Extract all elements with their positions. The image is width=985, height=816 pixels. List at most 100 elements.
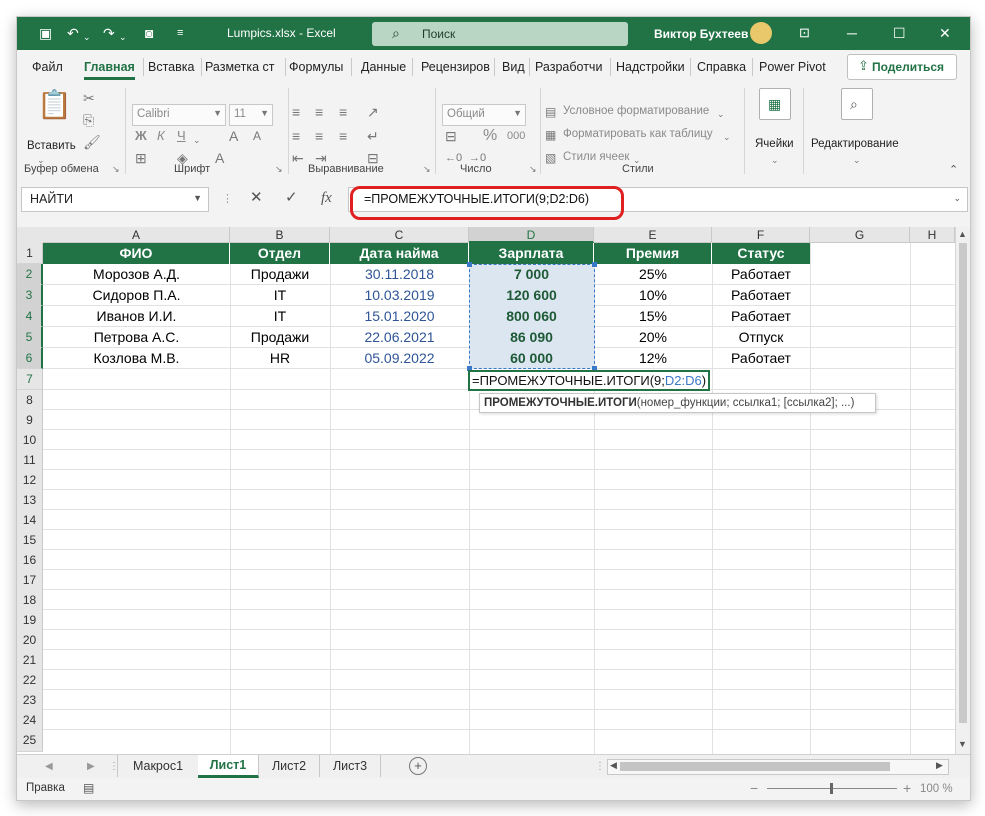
name-box[interactable]: НАЙТИ ▼ <box>21 187 209 212</box>
chevron-down-icon[interactable]: ⌄ <box>723 129 731 145</box>
font-color-icon[interactable]: A <box>215 150 224 166</box>
chevron-down-icon[interactable]: ⌄ <box>717 106 725 122</box>
cancel-button[interactable]: ✕ <box>250 189 263 207</box>
column-header-c[interactable]: C <box>330 227 469 243</box>
tooltip-function-name[interactable]: ПРОМЕЖУТОЧНЫЕ.ИТОГИ <box>484 397 637 409</box>
spreadsheet-grid[interactable]: A B C D E F G H 1 2 3 4 5 6 7 8 9 10 11 … <box>17 227 970 754</box>
copy-icon[interactable]: ⎘ <box>83 112 94 128</box>
chevron-down-icon[interactable]: ⌄ <box>771 152 779 168</box>
number-format-combo[interactable]: Общий ▼ <box>442 104 526 126</box>
row-header[interactable]: 22 <box>17 670 43 691</box>
cells-label[interactable]: Ячейки <box>755 138 794 150</box>
tab-review[interactable]: Рецензиров <box>421 60 490 74</box>
table-cell[interactable]: HR <box>230 348 330 369</box>
search-box[interactable]: ⌕ Поиск <box>372 22 628 46</box>
sheet-tab-list3[interactable]: Лист3 <box>320 755 381 777</box>
table-cell[interactable]: Продажи <box>230 327 330 348</box>
font-shrink-icon[interactable]: A <box>253 128 261 144</box>
camera-icon[interactable]: ◙ <box>145 25 153 41</box>
table-cell[interactable]: 15.01.2020 <box>330 306 469 327</box>
align-middle-icon[interactable]: ≡ <box>315 104 323 120</box>
align-top-icon[interactable]: ≡ <box>292 104 300 120</box>
row-header[interactable]: 24 <box>17 710 43 731</box>
row-header[interactable]: 12 <box>17 470 43 491</box>
save-icon[interactable]: ▣ <box>39 25 52 41</box>
zoom-slider-knob[interactable] <box>830 783 833 794</box>
cell-styles-button[interactable]: Стили ячеек <box>563 151 629 163</box>
launcher-icon[interactable]: ↘ <box>423 164 431 175</box>
tab-file[interactable]: Файл <box>32 60 63 74</box>
share-button[interactable]: ⇪ Поделиться <box>847 54 957 80</box>
currency-icon[interactable]: ⊟ <box>445 128 457 144</box>
column-header-a[interactable]: A <box>43 227 230 243</box>
chevron-down-icon[interactable]: ⌄ <box>853 152 861 168</box>
bold-button[interactable]: Ж <box>135 128 147 143</box>
row-header[interactable]: 21 <box>17 650 43 671</box>
table-cell[interactable]: 20% <box>594 327 712 348</box>
row-header[interactable]: 3 <box>17 285 43 306</box>
maximize-icon[interactable]: ☐ <box>893 25 906 42</box>
row-header[interactable]: 8 <box>17 390 43 411</box>
scroll-down-icon[interactable]: ▼ <box>958 739 967 749</box>
table-cell[interactable]: 25% <box>594 264 712 285</box>
table-cell[interactable]: Работает <box>712 264 810 285</box>
tab-view[interactable]: Вид <box>502 60 525 74</box>
table-cell[interactable]: Работает <box>712 348 810 369</box>
percent-button[interactable]: % <box>483 127 497 145</box>
cells-button[interactable]: ▦ <box>759 88 791 120</box>
undo-icon[interactable]: ↶ <box>67 25 79 41</box>
font-size-combo[interactable]: 11 ▼ <box>229 104 273 126</box>
tab-addins[interactable]: Надстройки <box>616 60 685 74</box>
table-header-cell[interactable]: Премия <box>594 243 712 264</box>
column-header-b[interactable]: B <box>230 227 330 243</box>
close-icon[interactable]: ✕ <box>939 25 951 42</box>
zoom-in-button[interactable]: + <box>903 780 911 796</box>
row-header[interactable]: 15 <box>17 530 43 551</box>
row-header[interactable]: 25 <box>17 730 43 752</box>
italic-button[interactable]: К <box>157 128 165 143</box>
sheet-tab-list1[interactable]: Лист1 <box>198 755 259 778</box>
row-header[interactable]: 13 <box>17 490 43 511</box>
row-header[interactable]: 9 <box>17 410 43 431</box>
align-bottom-icon[interactable]: ≡ <box>339 104 347 120</box>
tab-formulas[interactable]: Формулы <box>289 60 343 74</box>
table-cell[interactable]: 10.03.2019 <box>330 285 469 306</box>
tab-help[interactable]: Справка <box>697 60 746 74</box>
launcher-icon[interactable]: ↘ <box>112 164 120 175</box>
table-cell[interactable]: Работает <box>712 306 810 327</box>
row-header[interactable]: 19 <box>17 610 43 631</box>
conditional-format-button[interactable]: Условное форматирование <box>563 105 709 117</box>
sheet-next-icon[interactable]: ▶ <box>87 761 95 772</box>
column-header-d[interactable]: D <box>469 227 594 243</box>
paste-label[interactable]: Вставить <box>27 140 76 152</box>
table-cell[interactable]: Сидоров П.А. <box>43 285 230 306</box>
redo-dropdown-icon[interactable]: ⌄ <box>119 29 127 45</box>
redo-icon[interactable]: ↷ <box>103 25 115 41</box>
row-header[interactable]: 7 <box>17 369 43 390</box>
scroll-right-icon[interactable]: ▶ <box>936 760 943 771</box>
table-cell[interactable]: 10% <box>594 285 712 306</box>
horizontal-scrollbar[interactable]: ◀ ▶ <box>607 759 949 775</box>
table-cell[interactable]: Морозов А.Д. <box>43 264 230 285</box>
table-header-cell[interactable]: ФИО <box>43 243 230 264</box>
wrap-text-icon[interactable]: ↵ <box>367 128 379 144</box>
conditional-format-icon[interactable]: ▤ <box>545 104 556 120</box>
collapse-ribbon-icon[interactable]: ⌃ <box>949 162 958 178</box>
sheet-tab-macro1[interactable]: Макрос1 <box>117 755 199 777</box>
table-cell[interactable]: Продажи <box>230 264 330 285</box>
avatar[interactable] <box>750 22 772 44</box>
launcher-icon[interactable]: ↘ <box>275 164 283 175</box>
expand-formula-bar-icon[interactable]: ⌄ <box>953 193 961 204</box>
table-header-cell[interactable]: Зарплата <box>469 243 594 264</box>
underline-dropdown-icon[interactable]: ⌄ <box>193 132 201 148</box>
row-header[interactable]: 17 <box>17 570 43 591</box>
row-header[interactable]: 4 <box>17 306 43 327</box>
table-cell[interactable]: 05.09.2022 <box>330 348 469 369</box>
tab-developer[interactable]: Разработчи <box>535 60 602 74</box>
row-header[interactable]: 11 <box>17 450 43 471</box>
row-header[interactable]: 2 <box>17 264 43 285</box>
table-cell[interactable]: Петрова А.С. <box>43 327 230 348</box>
undo-dropdown-icon[interactable]: ⌄ <box>83 29 91 45</box>
vertical-scroll-thumb[interactable] <box>959 243 967 723</box>
tab-split-handle-icon[interactable]: ⋮ <box>595 761 605 772</box>
